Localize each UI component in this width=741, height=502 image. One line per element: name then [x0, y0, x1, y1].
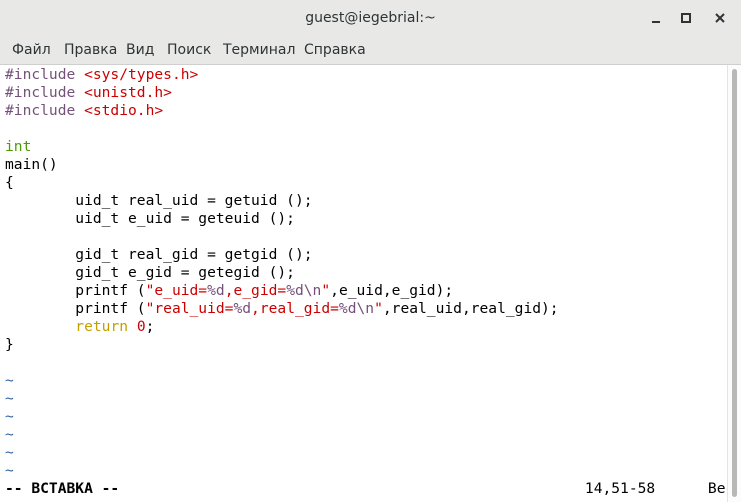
scrollbar-thumb[interactable]: [732, 69, 737, 497]
minimize-icon: [652, 21, 660, 23]
code-token: ~: [5, 444, 14, 461]
code-token: ,e_uid,e_gid);: [330, 282, 454, 299]
maximize-button[interactable]: [670, 0, 702, 36]
code-token: #include: [5, 84, 85, 101]
editor-line: ~: [5, 390, 14, 408]
editor-line: return 0;: [5, 318, 154, 336]
code-token: %d: [207, 282, 225, 299]
menu-search[interactable]: Поиск: [167, 36, 211, 65]
code-token: uid_t real_uid = getuid ();: [5, 192, 313, 209]
editor-line: #include <unistd.h>: [5, 84, 172, 102]
code-token: -- ВСТАВКА -- 14,51-58 Весь: [5, 480, 727, 497]
editor-line: ~: [5, 462, 14, 480]
menu-edit[interactable]: Правка: [64, 36, 117, 65]
code-token: ;: [145, 318, 155, 335]
scrollbar[interactable]: [727, 65, 741, 502]
code-token: ~: [5, 462, 14, 479]
minimize-button[interactable]: [640, 0, 672, 36]
code-token: 0: [136, 318, 146, 335]
code-token: printf (: [5, 300, 146, 317]
code-token: ,real_uid,real_gid);: [382, 300, 559, 317]
code-token: "e_uid=: [145, 282, 208, 299]
vim-mode-indicator: -- ВСТАВКА --: [5, 480, 120, 497]
code-token: ": [374, 300, 383, 317]
code-token: ,e_gid=: [224, 282, 287, 299]
close-button[interactable]: [704, 0, 736, 36]
code-token: <stdio.h>: [84, 102, 164, 119]
menu-bar: Файл Правка Вид Поиск Терминал Справка: [0, 36, 741, 65]
code-token: <sys/types.h>: [84, 66, 199, 83]
code-token: %d\n: [286, 282, 322, 299]
editor-line: ~: [5, 426, 14, 444]
editor-line: uid_t real_uid = getuid ();: [5, 192, 313, 210]
title-bar[interactable]: guest@iegebrial:~: [0, 0, 741, 36]
code-token: ~: [5, 408, 14, 425]
editor-line: gid_t e_gid = getegid ();: [5, 264, 295, 282]
code-token: main(): [5, 156, 58, 173]
code-token: #include: [5, 102, 85, 119]
editor-line: #include <sys/types.h>: [5, 66, 198, 84]
editor-line: uid_t e_uid = geteuid ();: [5, 210, 295, 228]
terminal-area[interactable]: #include <sys/types.h> #include <unistd.h…: [0, 65, 727, 502]
editor-line: ~: [5, 372, 14, 390]
menu-file[interactable]: Файл: [12, 36, 51, 65]
editor-line: printf ("real_uid=%d,real_gid=%d\n",real…: [5, 300, 559, 318]
code-token: printf (: [5, 282, 146, 299]
close-icon: [715, 13, 725, 23]
status-line: -- ВСТАВКА -- 14,51-58 Весь: [5, 480, 727, 498]
code-token: ,real_gid=: [251, 300, 339, 317]
code-token: gid_t real_gid = getgid ();: [5, 246, 313, 263]
menu-view[interactable]: Вид: [126, 36, 154, 65]
terminal-window: guest@iegebrial:~ Файл Правка Вид Поиск …: [0, 0, 741, 502]
editor-line: #include <stdio.h>: [5, 102, 163, 120]
editor-line: int: [5, 138, 31, 156]
menu-terminal[interactable]: Терминал: [223, 36, 295, 65]
editor-line: ~: [5, 444, 14, 462]
code-token: %d: [233, 300, 252, 317]
code-token: "real_uid=: [145, 300, 234, 317]
maximize-icon: [681, 13, 691, 23]
editor-line: gid_t real_gid = getgid ();: [5, 246, 313, 264]
cursor-position: 14,51-58 Весь: [119, 480, 727, 497]
code-token: ~: [5, 426, 14, 443]
editor-line: }: [5, 336, 14, 354]
code-token: ~: [5, 390, 14, 407]
editor-line: {: [5, 174, 14, 192]
editor-line: printf ("e_uid=%d,e_gid=%d\n",e_uid,e_gi…: [5, 282, 453, 300]
editor-line: main(): [5, 156, 58, 174]
code-token: ": [321, 282, 331, 299]
code-token: <unistd.h>: [84, 84, 172, 101]
code-token: uid_t e_uid = geteuid ();: [5, 210, 295, 227]
code-token: %d\n: [338, 300, 375, 317]
code-token: }: [5, 336, 14, 353]
code-token: int: [5, 138, 32, 155]
code-token: ~: [5, 372, 14, 389]
code-token: {: [5, 174, 14, 191]
editor-line: ~: [5, 408, 14, 426]
menu-help[interactable]: Справка: [304, 36, 366, 65]
code-token: gid_t e_gid = getegid ();: [5, 264, 295, 281]
code-token: return: [75, 318, 129, 335]
code-token: #include: [5, 66, 85, 83]
window-title: guest@iegebrial:~: [305, 10, 436, 26]
